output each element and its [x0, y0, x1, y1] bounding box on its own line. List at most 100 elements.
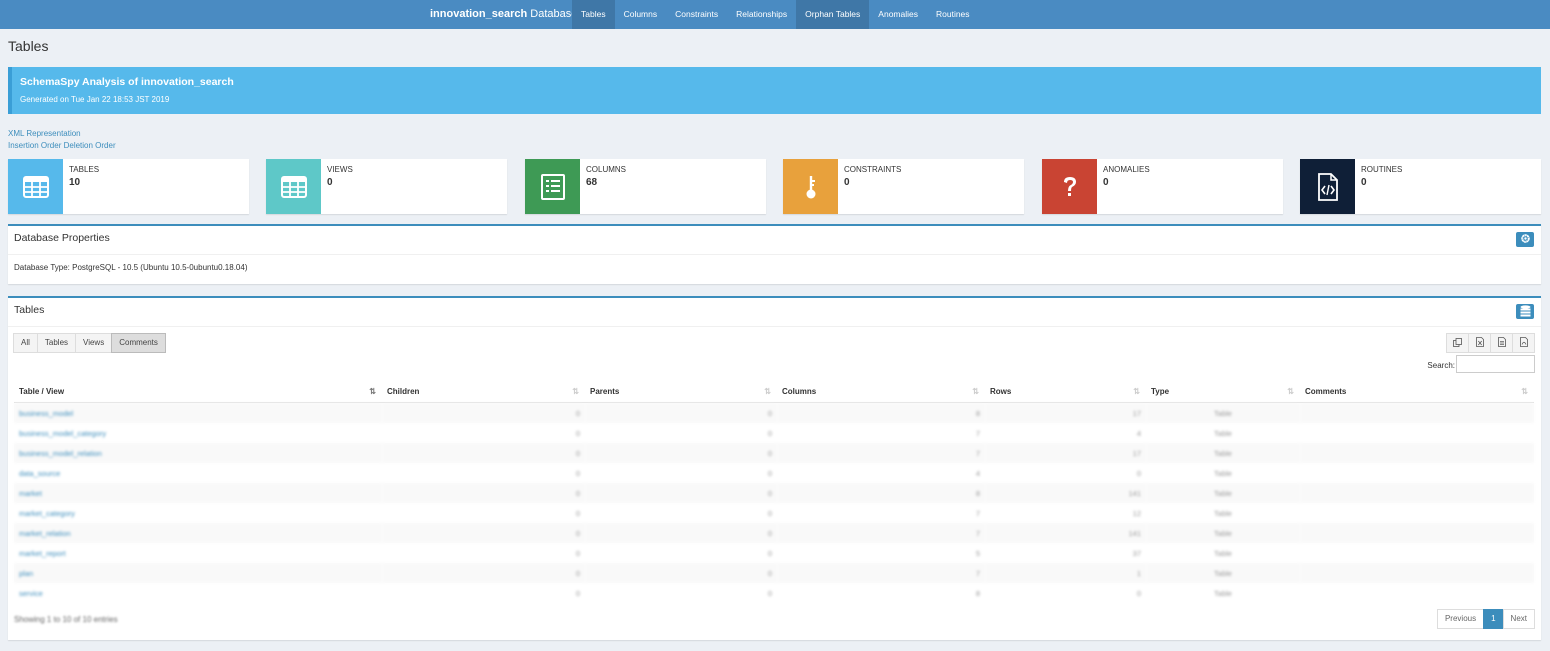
stat-label: Tables [69, 165, 100, 174]
table-cell [1300, 523, 1534, 543]
nav-columns[interactable]: Columns [615, 0, 667, 29]
table-link[interactable]: business_model_category [19, 429, 106, 438]
links: XML Representation Insertion Order Delet… [8, 128, 116, 152]
table-cell: 17 [985, 402, 1146, 423]
table-cell: 8 [777, 402, 985, 423]
table-cell: 7 [777, 563, 985, 583]
table-cell [1300, 563, 1534, 583]
stat-value: 0 [1361, 177, 1367, 188]
table-link[interactable]: plan [19, 569, 33, 578]
table-row: market_category 0 0 7 12 Table [14, 503, 1534, 523]
deletion-order-link[interactable]: Deletion Order [64, 141, 116, 150]
column-header[interactable]: Rows ⇅ [985, 381, 1146, 403]
table-row: business_model 0 0 8 17 Table [14, 402, 1534, 423]
database-icon [1520, 304, 1531, 319]
stat-value: 0 [1103, 177, 1109, 188]
question-icon [1042, 159, 1097, 214]
table-cell: 1 [985, 563, 1146, 583]
nav-anomalies[interactable]: Anomalies [869, 0, 927, 29]
column-header[interactable]: Children ⇅ [382, 381, 585, 403]
column-header-label: Comments [1305, 387, 1347, 396]
table-cell: 0 [382, 402, 585, 423]
database-button[interactable] [1516, 304, 1534, 319]
nav-orphan-tables[interactable]: Orphan Tables [796, 0, 870, 29]
table-row: data_source 0 0 4 0 Table [14, 463, 1534, 483]
nav-menu: Tables Columns Constraints Relationships… [572, 0, 979, 29]
table-cell: Table [1146, 523, 1300, 543]
table-cell: Table [1214, 508, 1232, 518]
table-cell: Table [1146, 443, 1300, 463]
table-cell [1300, 483, 1534, 503]
table-link[interactable]: market_report [19, 549, 66, 558]
table-cell: 0 [767, 548, 772, 558]
filter-tables-button[interactable]: Tables [36, 333, 77, 353]
table-cell: 0 [575, 588, 580, 598]
table-cell: 4 [975, 468, 980, 478]
table-cell: 4 [1136, 428, 1141, 438]
column-header-label: Columns [782, 387, 817, 396]
table-link[interactable]: business_model [19, 409, 73, 418]
table-name-cell: data_source [14, 463, 382, 483]
table-link[interactable]: market_relation [19, 529, 71, 538]
database-properties-panel: Database Properties Database Type: Postg… [8, 224, 1541, 284]
insertion-order-link[interactable]: Insertion Order [8, 141, 61, 150]
table-cell: 0 [767, 588, 772, 598]
filter-all-button[interactable]: All [13, 333, 38, 353]
table-row: business_model_relation 0 0 7 17 Table [14, 443, 1534, 463]
search-input[interactable] [1456, 355, 1535, 373]
pdf-file-icon [1519, 337, 1528, 349]
table-cell: 0 [382, 563, 585, 583]
stat-label: Anomalies [1103, 165, 1150, 174]
page-button[interactable]: 1 [1483, 609, 1504, 629]
column-header[interactable]: Columns ⇅ [777, 381, 985, 403]
copy-button[interactable] [1446, 333, 1469, 353]
next-page-button[interactable]: Next [1502, 609, 1535, 629]
table-cell: 0 [575, 508, 580, 518]
table-cell: 37 [1132, 548, 1141, 558]
column-header[interactable]: Parents ⇅ [585, 381, 777, 403]
filter-views-button[interactable]: Views [75, 333, 113, 353]
table-row: plan 0 0 7 1 Table [14, 563, 1534, 583]
table-cell: Table [1146, 402, 1300, 423]
nav-constraints[interactable]: Constraints [666, 0, 727, 29]
filter-comments-button[interactable]: Comments [111, 333, 166, 353]
table-body: business_model 0 0 8 17 Table business_model_c… [14, 402, 1534, 604]
table-cell: 5 [975, 548, 980, 558]
column-header[interactable]: Table / View ⇅ [14, 381, 382, 403]
stat-label: Views [327, 165, 353, 174]
table-cell: 17 [985, 443, 1146, 463]
pdf-export-button[interactable] [1512, 333, 1535, 353]
column-header[interactable]: Type ⇅ [1146, 381, 1300, 403]
table-row: service 0 0 8 0 Table [14, 583, 1534, 603]
excel-export-button[interactable] [1468, 333, 1491, 353]
nav-tables[interactable]: Tables [572, 0, 615, 29]
column-header-label: Parents [590, 387, 620, 396]
table-cell [1300, 463, 1534, 483]
table-cell: 0 [767, 508, 772, 518]
table-link[interactable]: market [19, 489, 42, 498]
table-link[interactable]: business_model_relation [19, 449, 102, 458]
nav-routines[interactable]: Routines [927, 0, 979, 29]
stat-box-constraints: Constraints 0 [783, 159, 1024, 214]
brand-name: innovation_search [430, 8, 528, 20]
analysis-callout: SchemaSpy Analysis of innovation_search … [8, 67, 1541, 114]
column-header[interactable]: Comments ⇅ [1300, 381, 1534, 403]
filter-group: All Tables Views Comments [13, 333, 166, 353]
xml-representation-link[interactable]: XML Representation [8, 129, 81, 138]
stat-box-columns: Columns 68 [525, 159, 766, 214]
settings-button[interactable] [1516, 232, 1534, 247]
table-header-row: Table / View ⇅ Children ⇅ Parents ⇅ Columns… [14, 381, 1534, 403]
panel-title: Database Properties [14, 232, 110, 244]
brand[interactable]: innovation_search Database [430, 0, 577, 29]
table-link[interactable]: service [19, 589, 43, 598]
table-cell: 0 [585, 483, 777, 503]
previous-page-button[interactable]: Previous [1436, 609, 1485, 629]
table-name-cell: market_relation [14, 523, 382, 543]
table-cell: 7 [975, 508, 980, 518]
table-link[interactable]: data_source [19, 469, 60, 478]
stat-value: 68 [586, 177, 598, 188]
table-cell: Table [1214, 548, 1232, 558]
csv-export-button[interactable] [1490, 333, 1513, 353]
nav-relationships[interactable]: Relationships [727, 0, 796, 29]
table-link[interactable]: market_category [19, 509, 75, 518]
